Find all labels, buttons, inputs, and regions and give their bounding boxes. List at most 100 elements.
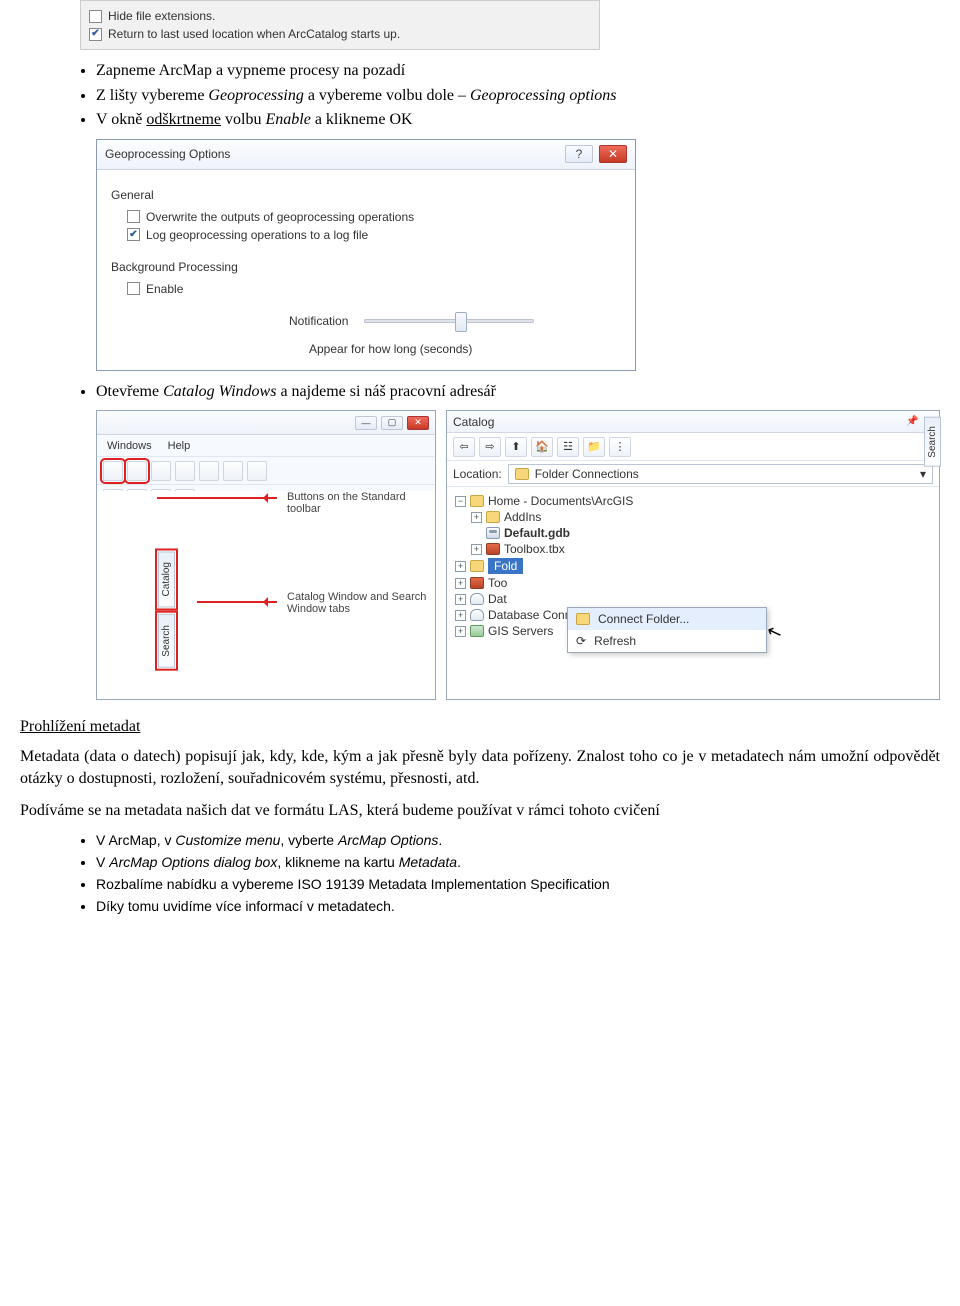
refresh-icon: ⟳: [576, 634, 586, 648]
location-label: Location:: [453, 467, 502, 481]
toolbar-button[interactable]: [247, 461, 267, 481]
geoprocessing-options-dialog: Geoprocessing Options ? ✕ General Overwr…: [96, 139, 636, 371]
server-icon: [470, 625, 484, 637]
list-item: Otevřeme Catalog Windows a najdeme si ná…: [96, 381, 960, 403]
toolbar-button[interactable]: [151, 461, 171, 481]
list-item: V okně odškrtneme volbu Enable a kliknem…: [96, 109, 960, 131]
paragraph: Metadata (data o datech) popisují jak, k…: [20, 746, 940, 789]
overwrite-outputs-label: Overwrite the outputs of geoprocessing o…: [146, 210, 414, 224]
return-last-location-checkbox[interactable]: [89, 28, 102, 41]
expand-toggle[interactable]: +: [455, 561, 466, 572]
catalog-title: Catalog: [453, 415, 494, 429]
catalog-tab[interactable]: Catalog: [158, 551, 175, 607]
list-item: Z lišty vybereme Geoprocessing a vyberem…: [96, 85, 960, 107]
menu-windows[interactable]: Windows: [107, 440, 152, 452]
list-item: Rozbalíme nabídku a vybereme ISO 19139 M…: [96, 875, 960, 894]
toolbar-button[interactable]: [199, 461, 219, 481]
arccatalog-options-panel: Hide file extensions. Return to last use…: [80, 0, 600, 50]
catalog-tree[interactable]: − Home - Documents\ArcGIS + AddIns Default…: [447, 487, 939, 645]
expand-toggle[interactable]: +: [455, 610, 466, 621]
expand-toggle[interactable]: +: [471, 512, 482, 523]
folder-icon: [470, 495, 484, 507]
background-processing-group-label: Background Processing: [111, 260, 623, 274]
database-icon: [470, 609, 484, 621]
list-item: V ArcMap, v Customize menu, vyberte ArcM…: [96, 831, 960, 850]
tree-item-selected[interactable]: Fold: [488, 558, 523, 574]
forward-button[interactable]: ⇨: [479, 437, 501, 457]
ctx-refresh[interactable]: ⟳ Refresh: [568, 630, 766, 652]
hide-extensions-checkbox[interactable]: [89, 10, 102, 23]
context-menu: Connect Folder... ⟳ Refresh: [567, 607, 767, 653]
help-button[interactable]: ?: [565, 145, 593, 163]
chevron-down-icon[interactable]: ▾: [920, 467, 926, 481]
tree-item[interactable]: GIS Servers: [488, 624, 553, 638]
toolbar-button[interactable]: [223, 461, 243, 481]
notification-slider[interactable]: [364, 319, 534, 323]
database-icon: [470, 593, 484, 605]
expand-toggle[interactable]: +: [471, 544, 482, 555]
folder-icon: [486, 511, 500, 523]
notification-label: Notification: [289, 314, 348, 328]
connect-folder-icon: [576, 613, 590, 625]
list-item: Díky tomu uvidíme více informací v metad…: [96, 897, 960, 916]
section-heading: Prohlížení metadat: [20, 718, 940, 736]
folder-icon: [470, 560, 484, 572]
callout-standard-toolbar: Buttons on the Standard toolbar: [287, 491, 417, 515]
menu-help[interactable]: Help: [168, 440, 191, 452]
tree-item[interactable]: Toolbox.tbx: [504, 542, 565, 556]
enable-background-checkbox[interactable]: [127, 282, 140, 295]
folder-icon: [515, 468, 529, 480]
callout-arrow: [197, 601, 277, 603]
toolbox-icon: [470, 577, 484, 589]
up-button[interactable]: ⬆: [505, 437, 527, 457]
expand-toggle[interactable]: +: [455, 578, 466, 589]
maximize-button[interactable]: ▢: [381, 416, 403, 430]
minimize-button[interactable]: —: [355, 416, 377, 430]
geodatabase-icon: [486, 527, 500, 539]
instructions-list-a: Zapneme ArcMap a vypneme procesy na poza…: [96, 60, 960, 131]
options-button[interactable]: ⋮: [609, 437, 631, 457]
general-group-label: General: [111, 188, 623, 202]
location-value: Folder Connections: [535, 467, 639, 481]
return-last-location-label: Return to last used location when ArcCat…: [108, 27, 400, 41]
callout-arrow: [157, 497, 277, 499]
tree-item[interactable]: Too: [488, 576, 507, 590]
dialog-title: Geoprocessing Options: [105, 147, 230, 161]
back-button[interactable]: ⇦: [453, 437, 475, 457]
toolbar-button[interactable]: [175, 461, 195, 481]
tree-item-home[interactable]: Home - Documents\ArcGIS: [488, 494, 633, 508]
tree-item[interactable]: Default.gdb: [504, 526, 570, 540]
instructions-list-b: Otevřeme Catalog Windows a najdeme si ná…: [96, 381, 960, 403]
close-button[interactable]: ✕: [407, 416, 429, 430]
log-operations-label: Log geoprocessing operations to a log fi…: [146, 228, 368, 242]
pin-icon[interactable]: 📌: [906, 416, 918, 427]
tree-item[interactable]: AddIns: [504, 510, 541, 524]
arcmap-window: — ▢ ✕ Windows Help Catalog Search: [96, 410, 436, 700]
appear-duration-label: Appear for how long (seconds): [309, 342, 623, 356]
search-side-tab[interactable]: Search: [924, 417, 941, 467]
expand-toggle[interactable]: −: [455, 496, 466, 507]
log-operations-checkbox[interactable]: [127, 228, 140, 241]
toolbox-icon: [486, 543, 500, 555]
location-input[interactable]: Folder Connections ▾: [508, 464, 933, 484]
close-button[interactable]: ✕: [599, 145, 627, 163]
home-button[interactable]: 🏠: [531, 437, 553, 457]
list-item: V ArcMap Options dialog box, klikneme na…: [96, 853, 960, 872]
expand-toggle[interactable]: +: [455, 594, 466, 605]
slider-thumb[interactable]: [455, 312, 467, 332]
connect-folder-button[interactable]: 📁: [583, 437, 605, 457]
instructions-list-c: V ArcMap, v Customize menu, vyberte ArcM…: [96, 831, 960, 916]
search-tab[interactable]: Search: [158, 614, 175, 668]
list-item: Zapneme ArcMap a vypneme procesy na poza…: [96, 60, 960, 82]
catalog-pane: Catalog 📌 ✕ ⇦ ⇨ ⬆ 🏠 ☳ 📁 ⋮ Location: Fold…: [446, 410, 940, 700]
ctx-connect-folder[interactable]: Connect Folder...: [568, 608, 766, 630]
overwrite-outputs-checkbox[interactable]: [127, 210, 140, 223]
enable-background-label: Enable: [146, 282, 183, 296]
callout-window-tabs: Catalog Window and Search Window tabs: [287, 591, 427, 615]
search-window-button[interactable]: [127, 461, 147, 481]
catalog-window-button[interactable]: [103, 461, 123, 481]
tree-item[interactable]: Dat: [488, 592, 507, 606]
expand-toggle[interactable]: +: [455, 626, 466, 637]
toggle-button[interactable]: ☳: [557, 437, 579, 457]
hide-extensions-label: Hide file extensions.: [108, 9, 215, 23]
